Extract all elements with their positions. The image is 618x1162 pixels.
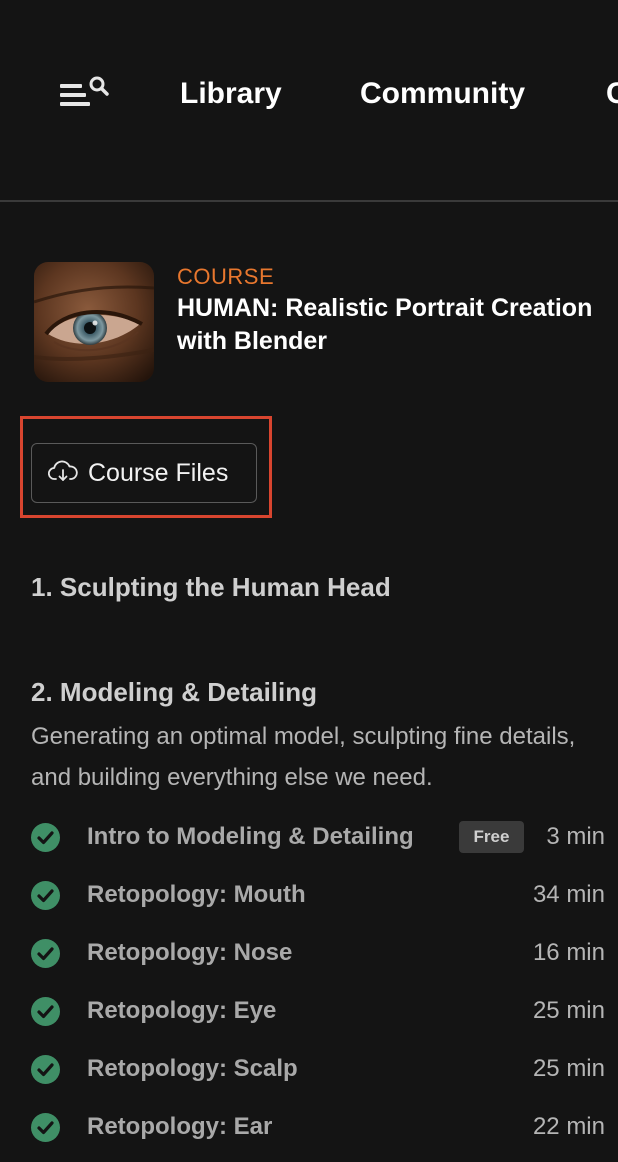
- menu-search-icon[interactable]: [58, 74, 112, 112]
- lesson-title: Intro to Modeling & Detailing: [87, 823, 414, 850]
- lesson-title: Retopology: Mouth: [87, 881, 306, 908]
- lesson-duration: 25 min: [532, 997, 605, 1024]
- course-page: Library Community COURSE HUMAN: Realisti…: [0, 0, 618, 1162]
- check-circle-icon: [31, 939, 60, 968]
- lesson-duration: 16 min: [532, 939, 605, 966]
- nav-link-library[interactable]: Library: [180, 74, 282, 114]
- lesson-duration: 22 min: [532, 1113, 605, 1140]
- lesson-row[interactable]: Retopology: Ear 22 min: [0, 1098, 618, 1156]
- check-circle-icon: [31, 997, 60, 1026]
- lesson-title: Retopology: Nose: [87, 939, 293, 966]
- lesson-row[interactable]: Retopology: Mouth 34 min: [0, 866, 618, 924]
- nav-link-truncated[interactable]: C: [606, 74, 618, 114]
- check-circle-icon: [31, 1113, 60, 1142]
- lesson-title: Retopology: Ear: [87, 1113, 273, 1140]
- course-files-label: Course Files: [88, 459, 229, 487]
- course-kicker: COURSE: [177, 264, 275, 289]
- check-circle-icon: [31, 881, 60, 910]
- lesson-duration: 3 min: [546, 823, 605, 850]
- lesson-title: Retopology: Scalp: [87, 1055, 298, 1082]
- lesson-row[interactable]: Intro to Modeling & Detailing Free 3 min: [0, 808, 618, 866]
- section-title[interactable]: 1. Sculpting the Human Head: [31, 570, 391, 604]
- nav-link-community[interactable]: Community: [360, 74, 525, 114]
- course-files-button[interactable]: Course Files: [31, 443, 257, 503]
- lesson-title: Retopology: Eye: [87, 997, 277, 1024]
- section-description: Generating an optimal model, sculpting f…: [31, 723, 576, 791]
- course-thumbnail[interactable]: [34, 262, 154, 382]
- free-badge: Free: [459, 821, 524, 853]
- lesson-row[interactable]: Retopology: Scalp 25 min: [0, 1040, 618, 1098]
- top-navigation: Library Community C: [0, 0, 618, 202]
- lesson-duration: 34 min: [532, 881, 605, 908]
- section-title[interactable]: 2. Modeling & Detailing: [31, 675, 317, 709]
- lesson-row[interactable]: Retopology: Eye 25 min: [0, 982, 618, 1040]
- course-title[interactable]: HUMAN: Realistic Portrait Creation with …: [177, 292, 597, 358]
- lesson-row[interactable]: Retopology: Nose 16 min: [0, 924, 618, 982]
- lesson-duration: 25 min: [532, 1055, 605, 1082]
- check-circle-icon: [31, 1055, 60, 1084]
- lesson-list: Intro to Modeling & Detailing Free 3 min…: [0, 808, 618, 1156]
- cloud-download-icon: [48, 459, 78, 488]
- check-circle-icon: [31, 823, 60, 852]
